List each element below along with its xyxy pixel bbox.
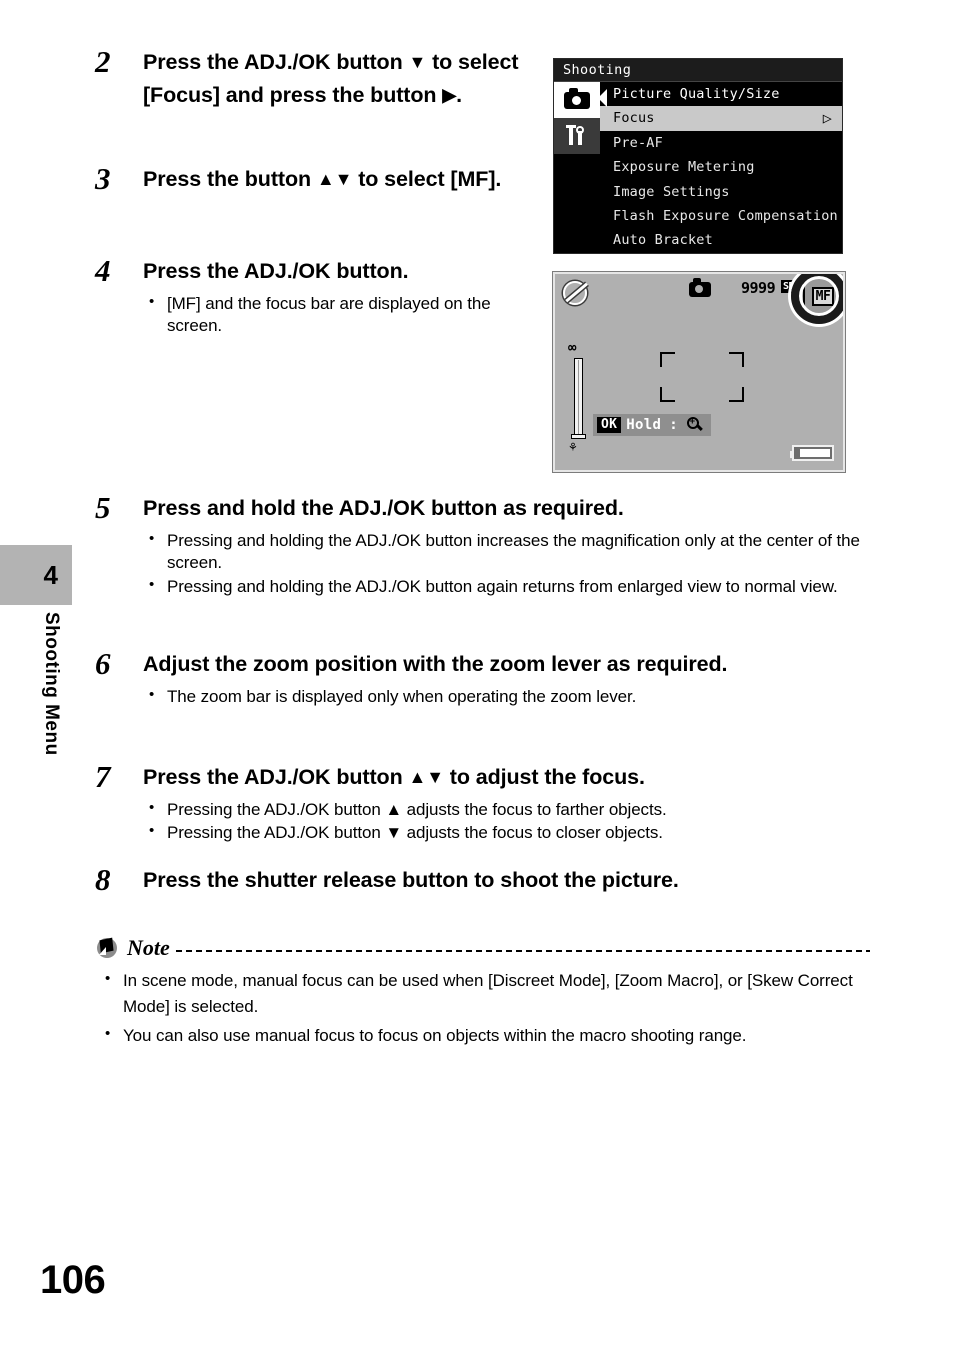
step-title: Press the ADJ./OK button ▼ to select [Fo… (143, 46, 525, 111)
note-divider (175, 950, 870, 952)
camera-lcd-screenshot: 9999 SD N MF ∞ ⚘ OK Hold : (552, 271, 846, 473)
step-4: 4 Press the ADJ./OK button. [MF] and the… (95, 255, 545, 354)
menu-body: Picture Quality/Size Focus ▷ Pre-AF Expo… (554, 82, 842, 253)
step-title: Press the ADJ./OK button. (143, 259, 409, 283)
step-number: 4 (95, 253, 111, 288)
shots-remaining-count: 9999 (741, 279, 776, 297)
step-number: 2 (95, 44, 111, 79)
menu-item-flash-exposure-compensation[interactable]: Flash Exposure Compensation (600, 204, 842, 228)
menu-tab-shooting[interactable] (554, 82, 600, 118)
step-title-text-a: Press the ADJ./OK button (143, 50, 409, 74)
page-number: 106 (40, 1258, 106, 1302)
step-3: 3 Press the button ▲▼ to select [MF]. (95, 163, 525, 196)
chevron-right-icon: ▷ (822, 109, 832, 128)
back-caret-icon (598, 89, 607, 107)
focus-bar-track (574, 358, 583, 436)
step-title-text-b: to adjust the focus. (443, 765, 645, 789)
note-block: Note In scene mode, manual focus can be … (95, 934, 870, 1051)
camera-shooting-menu-screenshot: Shooting Picture Quality/Size Focus ▷ Pr… (553, 58, 843, 254)
list-item: In scene mode, manual focus can be used … (95, 967, 870, 1021)
note-bullet-list: In scene mode, manual focus can be used … (95, 967, 870, 1049)
focus-bar-marker (571, 434, 586, 439)
menu-item-auto-bracket[interactable]: Auto Bracket (600, 228, 842, 252)
menu-item-image-settings[interactable]: Image Settings (600, 180, 842, 204)
af-frame-corner-bottom-right (729, 387, 744, 402)
list-item: Pressing and holding the ADJ./OK button … (143, 575, 885, 598)
ok-button-label: OK (597, 417, 622, 433)
list-item: [MF] and the focus bar are displayed on … (143, 292, 545, 338)
step-number: 5 (95, 490, 111, 525)
step-bullet-list: Pressing the ADJ./OK button ▲ adjusts th… (143, 798, 885, 845)
menu-item-exposure-metering[interactable]: Exposure Metering (600, 155, 842, 179)
step-bullet-list: [MF] and the focus bar are displayed on … (143, 292, 545, 338)
chapter-number: 4 (43, 560, 58, 590)
note-header: Note (95, 934, 870, 962)
up-down-triangle-icon: ▲▼ (316, 169, 353, 189)
highlight-circle-annotation (791, 274, 843, 324)
step-title-text-a: Press the ADJ./OK button (143, 765, 409, 789)
step-8: 8 Press the shutter release button to sh… (95, 864, 885, 897)
menu-item-picture-quality-size[interactable]: Picture Quality/Size (600, 82, 842, 106)
step-7: 7 Press the ADJ./OK button ▲▼ to adjust … (95, 761, 885, 861)
ok-hold-hint-bar: OK Hold : (593, 414, 711, 436)
list-item: Pressing and holding the ADJ./OK button … (143, 529, 885, 575)
hint-separator: : (669, 417, 678, 433)
step-number: 3 (95, 161, 111, 196)
step-title-text-c: . (456, 82, 462, 107)
chapter-tab: 4 (0, 545, 72, 605)
infinity-icon: ∞ (568, 340, 577, 356)
up-down-triangle-icon: ▲▼ (408, 767, 444, 787)
still-camera-icon (689, 278, 711, 297)
menu-tab-setup[interactable] (554, 118, 600, 154)
menu-title: Shooting (554, 59, 842, 82)
flash-off-icon (563, 281, 588, 305)
step-number: 6 (95, 646, 111, 681)
menu-item-list: Picture Quality/Size Focus ▷ Pre-AF Expo… (600, 82, 842, 253)
af-frame-corner-top-right (729, 352, 744, 367)
step-number: 8 (95, 862, 111, 897)
note-title: Note (127, 935, 170, 960)
battery-full-icon (790, 445, 834, 461)
step-title: Adjust the zoom position with the zoom l… (143, 652, 728, 676)
camera-icon (564, 87, 590, 109)
list-item: The zoom bar is displayed only when oper… (143, 685, 885, 708)
chapter-label: Shooting Menu (0, 612, 72, 842)
list-item: Pressing the ADJ./OK button ▲ adjusts th… (143, 798, 885, 821)
step-2: 2 Press the ADJ./OK button ▼ to select [… (95, 46, 525, 111)
setup-tools-icon (565, 125, 589, 147)
step-title: Press the shutter release button to shoo… (143, 868, 679, 892)
step-bullet-list: The zoom bar is displayed only when oper… (143, 685, 885, 708)
chapter-label-text: Shooting Menu (41, 612, 62, 756)
list-item: Pressing the ADJ./OK button ▼ adjusts th… (143, 821, 885, 844)
af-frame-corner-top-left (660, 352, 675, 367)
macro-flower-icon: ⚘ (569, 440, 577, 455)
magnify-plus-icon (686, 416, 703, 433)
right-triangle-icon: ▶ (442, 84, 457, 105)
step-number: 7 (95, 759, 111, 794)
step-title: Press and hold the ADJ./OK button as req… (143, 496, 624, 520)
step-6: 6 Adjust the zoom position with the zoom… (95, 648, 885, 724)
menu-tab-strip (554, 82, 600, 253)
af-frame-corner-bottom-left (660, 387, 675, 402)
hold-action-label: Hold (626, 417, 662, 433)
step-title-text-a: Press the button (143, 167, 317, 191)
list-item: You can also use manual focus to focus o… (95, 1022, 870, 1049)
down-triangle-icon: ▼ (408, 52, 427, 72)
menu-item-pre-af[interactable]: Pre-AF (600, 131, 842, 155)
menu-item-focus[interactable]: Focus ▷ (600, 106, 842, 131)
step-title: Press the ADJ./OK button ▲▼ to adjust th… (143, 761, 885, 794)
focus-bar: ∞ ⚘ (568, 340, 587, 455)
menu-item-label: Focus (613, 110, 655, 127)
note-marker-icon (95, 936, 119, 960)
step-title: Press the button ▲▼ to select [MF]. (143, 163, 525, 196)
step-5: 5 Press and hold the ADJ./OK button as r… (95, 492, 885, 614)
step-title-text-b: to select [MF]. (352, 167, 502, 191)
step-bullet-list: Pressing and holding the ADJ./OK button … (143, 529, 885, 598)
